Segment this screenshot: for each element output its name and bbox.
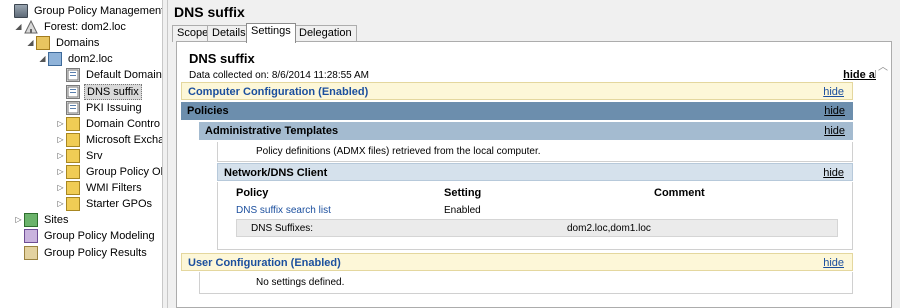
dns-suffixes-row: DNS Suffixes: dom2.loc,dom1.loc [236,219,838,237]
tab-settings[interactable]: Settings [246,23,296,43]
tree-item-label: Group Policy Results [44,246,147,259]
policy-setting-value: Enabled [444,205,481,216]
tree-item-label: Domain Contro [86,117,160,130]
collapse-arrow-icon[interactable]: ◢ [26,35,35,51]
administrative-templates-header[interactable]: Administrative Templates hide [199,122,853,140]
tree-item-label: Default Domain [86,69,162,82]
gpo-container-icon [66,165,80,179]
hide-link[interactable]: hide [824,102,845,120]
hide-link[interactable]: hide [823,164,844,182]
scroll-up-icon[interactable]: ︿ [878,58,888,73]
console-tree: Group Policy Management ◢ Forest: dom2.loc… [0,0,162,308]
tree-item-label: PKI Issuing [86,101,142,114]
tree-item-label: Srv [86,149,103,162]
expand-arrow-icon[interactable]: ▷ [56,164,65,180]
policy-table: Policy Setting Comment DNS suffix search… [217,182,853,250]
dns-suffixes-value: dom2.loc,dom1.loc [567,223,651,234]
collapse-arrow-icon[interactable]: ◢ [38,51,47,67]
gpo-link-icon [66,84,80,99]
ou-icon [66,132,80,147]
tree-item-label: Group Policy Ob [86,166,162,178]
gpo-link-icon [66,100,80,115]
no-settings-text: No settings defined. [199,272,853,294]
expand-arrow-icon[interactable]: ▷ [56,180,65,196]
expand-arrow-icon[interactable]: ▷ [56,132,65,148]
sites-icon [24,213,38,228]
results-icon [24,245,38,260]
column-header-policy: Policy [236,187,269,199]
vertical-scrollbar[interactable]: ︿ [876,54,890,307]
dns-suffixes-label: DNS Suffixes: [251,223,314,234]
tree-item-label: Group Policy Management [34,5,162,17]
policies-header[interactable]: Policies hide [181,102,853,120]
tree-item-label: Sites [44,214,69,227]
tree-item-label: Forest: dom2.loc [44,21,126,34]
ou-icon [66,116,80,131]
gpm-icon [14,4,28,18]
expand-arrow-icon[interactable]: ▷ [56,196,65,212]
gpo-link-icon [66,68,80,83]
tree-item-label: Group Policy Modeling [44,230,155,243]
administrative-templates-label: Administrative Templates [205,125,339,137]
tree-item-label: WMI Filters [86,182,142,195]
tree-item-label: dom2.loc [68,53,113,66]
network-dns-client-label: Network/DNS Client [224,167,328,179]
tab-delegation[interactable]: Delegation [294,25,357,42]
policy-link[interactable]: DNS suffix search list [236,205,331,216]
data-collected-text: Data collected on: 8/6/2014 11:28:55 AM [189,70,369,81]
expand-arrow-icon[interactable]: ▷ [56,148,65,164]
tree-item-label: Microsoft Excha [86,133,162,146]
report-title: DNS suffix [189,51,255,66]
settings-report: DNS suffix Data collected on: 8/6/2014 1… [176,41,892,308]
expand-arrow-icon[interactable]: ▷ [14,212,23,228]
column-header-comment: Comment [654,187,705,199]
pane-title: DNS suffix [174,4,245,20]
tree-item-label: DNS suffix [84,83,142,100]
domains-icon [36,36,50,51]
computer-configuration-label: Computer Configuration (Enabled) [188,86,369,98]
network-dns-client-header[interactable]: Network/DNS Client hide [217,163,853,181]
computer-configuration-header[interactable]: Computer Configuration (Enabled) hide [181,82,853,100]
user-configuration-header[interactable]: User Configuration (Enabled) hide [181,253,853,271]
starter-gpos-icon [66,197,80,212]
collapse-arrow-icon[interactable]: ◢ [14,19,23,35]
modeling-icon [24,229,38,244]
domain-icon [48,52,62,67]
tree-item-label: Domains [56,37,100,50]
user-configuration-label: User Configuration (Enabled) [188,257,341,269]
forest-icon [24,19,38,34]
tab-details[interactable]: Details [207,25,251,42]
column-header-setting: Setting [444,187,482,199]
policies-label: Policies [187,105,229,117]
hide-link[interactable]: hide [823,254,844,272]
wmi-filters-icon [66,181,80,196]
details-pane: DNS suffix Scope Details Settings Delega… [168,0,900,308]
ou-icon [66,148,80,163]
hide-link[interactable]: hide [824,122,845,140]
expand-arrow-icon[interactable]: ▷ [56,116,65,132]
tree-item-label: Starter GPOs [86,198,153,211]
admx-note: Policy definitions (ADMX files) retrieve… [217,142,853,162]
hide-link[interactable]: hide [823,83,844,101]
